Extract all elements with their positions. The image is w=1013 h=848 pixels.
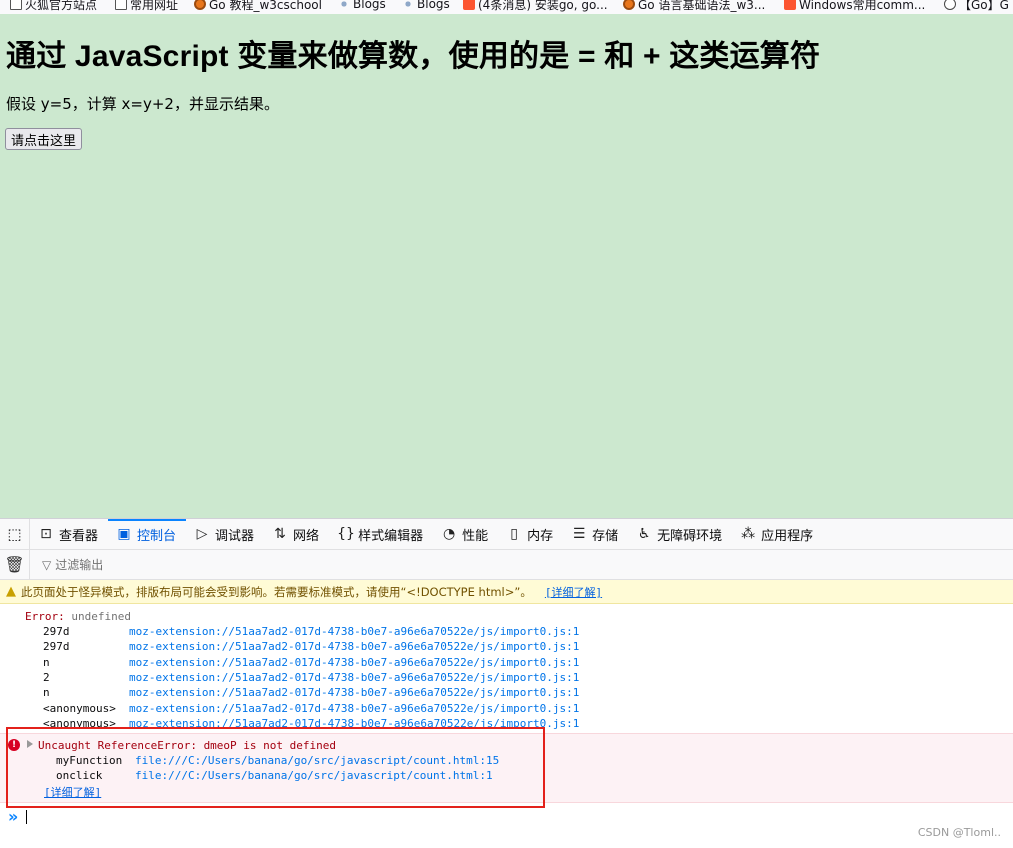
network-icon: ⇅ <box>274 526 286 542</box>
page-content: 通过 JavaScript 变量来做算数，使用的是 = 和 + 这类运算符 假设… <box>0 14 1013 518</box>
accessibility-icon: ♿ <box>637 526 651 542</box>
warning-icon: ▲ <box>6 584 16 599</box>
tab-network[interactable]: ⇅ 网络 <box>264 519 329 549</box>
stack-frame-fn: onclick <box>56 769 103 782</box>
element-picker-icon[interactable]: ⬚ <box>0 519 30 549</box>
bookmark-folder-firefox[interactable]: 火狐官方站点 <box>10 0 97 12</box>
tab-accessibility[interactable]: ♿ 无障碍环境 <box>628 519 732 549</box>
storage-icon: ☰ <box>572 526 586 542</box>
reference-error-message: Uncaught ReferenceError: dmeoP is not de… <box>38 739 337 752</box>
blogs-icon <box>338 0 350 10</box>
blogs-icon <box>402 0 414 10</box>
text-caret <box>26 810 28 824</box>
csdn-icon <box>463 0 475 10</box>
bookmark-go-g[interactable]: 【Go】G <box>944 0 1009 12</box>
filter-output-input[interactable]: ▽ 过滤输出 <box>30 556 103 573</box>
stack-frame-source-link[interactable]: file:///C:/Users/banana/go/src/javascrip… <box>135 769 493 782</box>
console-icon: ▣ <box>117 526 131 542</box>
bookmark-blogs-1[interactable]: Blogs <box>338 0 386 12</box>
page-paragraph: 假设 y=5，计算 x=y+2，并显示结果。 <box>6 95 279 113</box>
stack-frame-source-link[interactable]: file:///C:/Users/banana/go/src/javascrip… <box>135 754 499 767</box>
folder-icon <box>10 0 22 10</box>
w3cschool-icon <box>623 0 635 10</box>
error-icon: ! <box>8 739 20 751</box>
prompt-chevron-icon: » <box>8 807 19 826</box>
tab-console[interactable]: ▣ 控制台 <box>108 519 187 549</box>
bookmark-windows-commands[interactable]: Windows常用comm... <box>784 0 925 12</box>
tab-debugger[interactable]: ▷ 调试器 <box>186 519 264 549</box>
console-log-reference-error: ! Uncaught ReferenceError: dmeoP is not … <box>0 733 1013 803</box>
stack-frame-fn: myFunction <box>56 754 123 767</box>
application-icon: ⁂ <box>741 526 756 542</box>
performance-icon: ◔ <box>442 526 456 542</box>
warning-learn-more-link[interactable]: [详细了解] <box>545 584 602 600</box>
bookmark-csdn-install-go[interactable]: (4条消息) 安装go, go... <box>463 0 608 12</box>
clear-console-button[interactable]: 🗑 <box>0 550 30 579</box>
console-toolbar: 🗑 ▽ 过滤输出 <box>0 550 1013 580</box>
bookmarks-toolbar: 火狐官方站点 常用网址 Go 教程_w3cschool Blogs Blogs … <box>0 0 1013 14</box>
style-editor-icon: {} <box>337 526 355 542</box>
console-log-error-undefined: Error: undefined 297d moz-extension://51a… <box>25 610 580 730</box>
bookmark-folder-common[interactable]: 常用网址 <box>115 0 178 12</box>
memory-icon: ▯ <box>510 526 518 542</box>
console-input[interactable]: » <box>0 804 1013 830</box>
bookmark-go-syntax[interactable]: Go 语言基础语法_w3... <box>623 0 765 12</box>
debugger-icon: ▷ <box>196 526 208 542</box>
error-learn-more-link[interactable]: [详细了解] <box>44 784 101 800</box>
click-here-button[interactable]: 请点击这里 <box>5 128 83 150</box>
bookmark-blogs-2[interactable]: Blogs <box>402 0 450 12</box>
quirks-mode-warning: ▲ 此页面处于怪异模式，排版布局可能会受到影响。若需要标准模式，请使用“<!DO… <box>0 580 1013 604</box>
folder-icon <box>115 0 127 10</box>
bookmark-go-tutorial[interactable]: Go 教程_w3cschool <box>194 0 322 12</box>
devtools-toolbar: ⬚ ⊡ 查看器 ▣ 控制台 ▷ 调试器 ⇅ 网络 {} 样式编辑器 ◔ 性能 ▯ 内存 ☰ 存储… <box>0 518 1013 550</box>
tab-inspector[interactable]: ⊡ 查看器 <box>30 519 108 549</box>
expand-triangle-icon[interactable] <box>27 740 33 748</box>
w3cschool-icon <box>194 0 206 10</box>
tab-performance[interactable]: ◔ 性能 <box>433 519 498 549</box>
tab-memory[interactable]: ▯ 内存 <box>498 519 563 549</box>
inspector-icon: ⊡ <box>40 526 52 542</box>
csdn-icon <box>784 0 796 10</box>
filter-icon: ▽ <box>42 557 52 572</box>
trash-icon: 🗑 <box>4 555 25 574</box>
tab-application[interactable]: ⁂ 应用程序 <box>732 519 823 549</box>
error-undefined-message: Error: undefined <box>25 610 131 623</box>
watermark: CSDN @Tloml.. <box>917 826 1001 839</box>
tab-style-editor[interactable]: {} 样式编辑器 <box>329 519 433 549</box>
page-heading: 通过 JavaScript 变量来做算数，使用的是 = 和 + 这类运算符 <box>6 40 821 73</box>
globe-icon <box>944 0 956 10</box>
tab-storage[interactable]: ☰ 存储 <box>563 519 628 549</box>
